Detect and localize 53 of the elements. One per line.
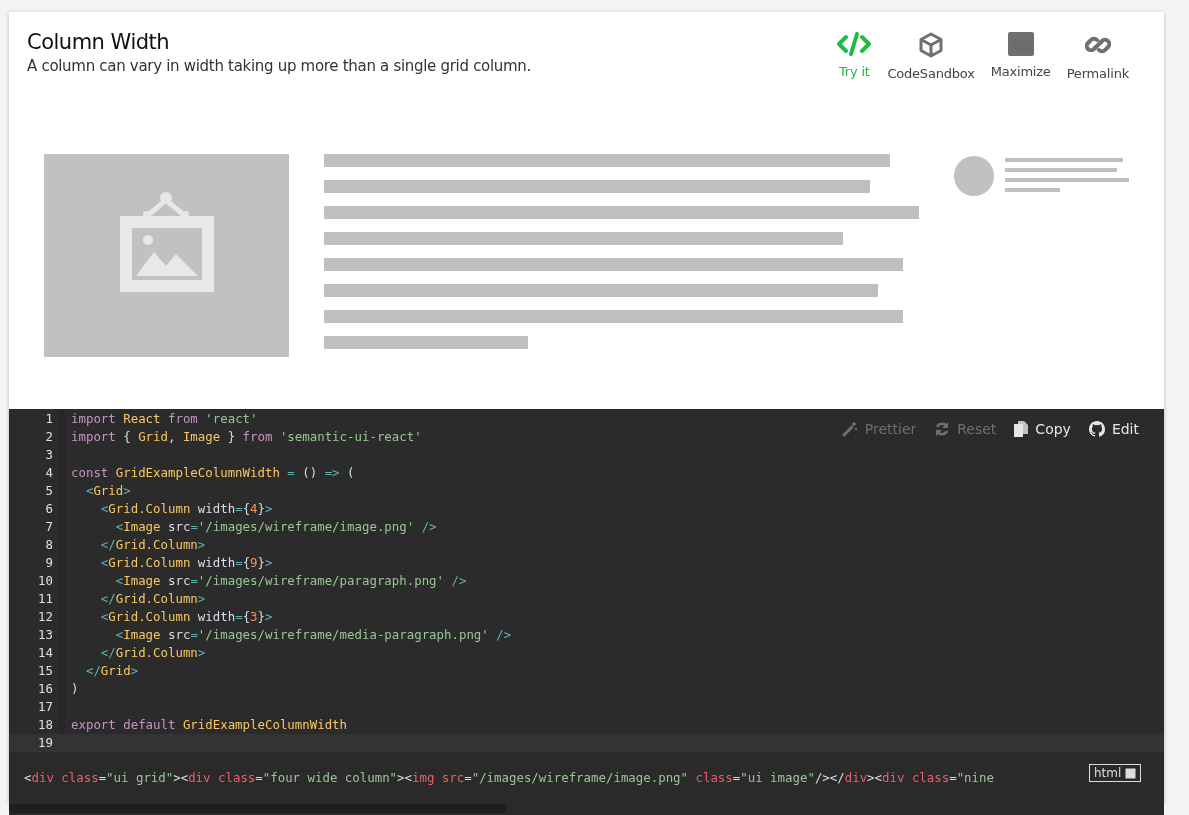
line-number: 8 bbox=[44, 536, 54, 554]
code-line: <Grid.Column width={4}> bbox=[99, 500, 273, 518]
line-number: 11 bbox=[37, 590, 54, 608]
line-number: 4 bbox=[44, 464, 54, 482]
code-line: <Grid.Column width={3}> bbox=[99, 608, 273, 626]
line-number: 15 bbox=[37, 662, 54, 680]
wand-icon bbox=[841, 421, 858, 437]
line-number: 2 bbox=[44, 428, 54, 446]
editor-button[interactable]: Copy bbox=[1014, 421, 1071, 437]
line-number: 9 bbox=[44, 554, 54, 572]
line-number: 17 bbox=[37, 698, 54, 716]
line-number: 10 bbox=[37, 572, 54, 590]
copy-icon bbox=[1014, 421, 1029, 437]
code-line: <Grid.Column width={9}> bbox=[99, 554, 273, 572]
line-number: 12 bbox=[37, 608, 54, 626]
refresh-icon bbox=[934, 421, 951, 437]
toolbar-button[interactable]: Maximize bbox=[982, 30, 1059, 92]
line-number: 16 bbox=[37, 680, 54, 698]
window-icon bbox=[1007, 32, 1034, 56]
line-number: 19 bbox=[37, 734, 54, 752]
code-line: </Grid> bbox=[84, 662, 139, 680]
line-number: 18 bbox=[37, 716, 54, 734]
cube-icon bbox=[919, 32, 944, 58]
line-number: 5 bbox=[44, 482, 54, 500]
code-line: export default GridExampleColumnWidth bbox=[71, 716, 348, 734]
code-line: ) bbox=[71, 680, 79, 698]
line-number: 7 bbox=[44, 518, 54, 536]
code-line: <Grid> bbox=[84, 482, 131, 500]
code-line: import React from 'react' bbox=[71, 410, 258, 428]
github-icon bbox=[1088, 421, 1105, 437]
code-line: <Image src='/images/wireframe/paragraph.png' /> bbox=[114, 572, 467, 590]
line-number: 6 bbox=[44, 500, 54, 518]
editor-button[interactable]: Edit bbox=[1088, 421, 1139, 437]
html-output-line: <div class="ui grid"><div class="four wide column"><img src="/images/wireframe/image.png" class="ui image"/></div><div class="nine bbox=[24, 770, 994, 785]
code-line: </Grid.Column> bbox=[99, 590, 206, 608]
code-line: </Grid.Column> bbox=[99, 644, 206, 662]
line-number: 13 bbox=[37, 626, 54, 644]
language-badge[interactable]: html bbox=[1089, 764, 1142, 782]
code-line: <Image src='/images/wireframe/media-paragraph.png' /> bbox=[114, 626, 512, 644]
line-number: 3 bbox=[44, 446, 54, 464]
code-line: const GridExampleColumnWidth = () => ( bbox=[71, 464, 355, 482]
code-line: </Grid.Column> bbox=[99, 536, 206, 554]
example-description: A column can vary in width taking up more than a single grid column. bbox=[27, 57, 532, 75]
checkbox-icon bbox=[1125, 767, 1137, 779]
line-number: 14 bbox=[37, 644, 54, 662]
code-line: <Image src='/images/wireframe/image.png' /> bbox=[114, 518, 437, 536]
toolbar-button[interactable]: Permalink bbox=[1058, 30, 1137, 92]
toolbar-button[interactable]: CodeSandbox bbox=[879, 30, 983, 92]
code-icon bbox=[837, 32, 872, 56]
example-title: Column Width bbox=[27, 30, 171, 54]
code-line: import { Grid, Image } from 'semantic-ui-react' bbox=[71, 428, 422, 446]
scrollbar[interactable] bbox=[9, 804, 506, 813]
line-number: 1 bbox=[44, 410, 54, 428]
